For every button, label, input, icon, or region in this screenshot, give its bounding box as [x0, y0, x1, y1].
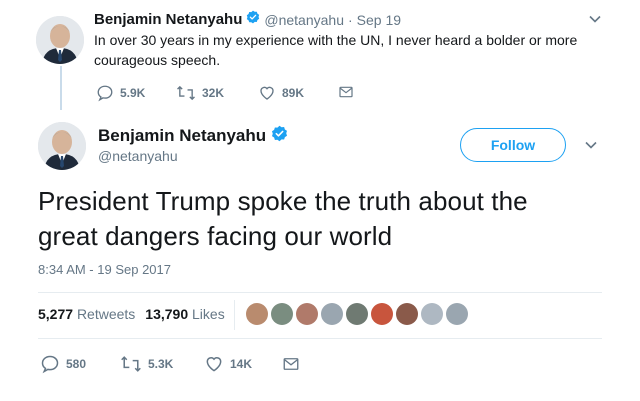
liker-avatar[interactable]	[371, 303, 393, 325]
main-author-name[interactable]: Benjamin Netanyahu	[98, 126, 266, 146]
verified-badge-icon	[246, 10, 260, 29]
tweet-timestamp[interactable]: 8:34 AM - 19 Sep 2017	[38, 262, 171, 277]
main-more-menu-icon[interactable]	[584, 138, 598, 155]
reply-icon	[96, 84, 114, 102]
liker-avatar[interactable]	[346, 303, 368, 325]
parent-author-name[interactable]: Benjamin Netanyahu	[94, 11, 242, 28]
engagement-stats: 5,277 Retweets 13,790 Likes	[38, 306, 225, 322]
stats-separator	[234, 300, 235, 330]
parent-text-line-2: courageous speech.	[94, 52, 221, 68]
liker-avatar[interactable]	[321, 303, 343, 325]
parent-retweet-button[interactable]: 32K	[176, 84, 224, 102]
parent-avatar[interactable]	[36, 16, 84, 64]
follow-button[interactable]: Follow	[460, 128, 566, 162]
parent-dm-button[interactable]	[338, 84, 354, 100]
main-like-button[interactable]: 14K	[204, 354, 252, 374]
liker-avatar[interactable]	[396, 303, 418, 325]
parent-reply-count: 5.9K	[120, 86, 146, 100]
main-retweet-count: 5.3K	[148, 357, 174, 371]
thread-connector-line	[60, 66, 62, 110]
like-total: 13,790	[145, 306, 189, 322]
liker-avatars	[246, 303, 468, 325]
retweet-icon	[176, 84, 196, 102]
main-avatar[interactable]	[38, 122, 86, 170]
liker-avatar[interactable]	[296, 303, 318, 325]
retweets-stat-link[interactable]: 5,277 Retweets	[38, 306, 135, 322]
parent-text-line-1: In over 30 years in my experience with t…	[94, 32, 578, 48]
retweet-label: Retweets	[76, 306, 136, 322]
main-retweet-button[interactable]: 5.3K	[120, 354, 173, 374]
main-reply-count: 580	[66, 357, 87, 371]
main-like-count: 14K	[230, 357, 253, 371]
main-tweet-text: President Trump spoke the truth about th…	[38, 184, 598, 254]
parent-more-menu-icon[interactable]	[588, 12, 602, 29]
envelope-icon	[282, 355, 300, 373]
retweet-total: 5,277	[38, 306, 74, 322]
heart-icon	[204, 354, 224, 374]
parent-author-handle[interactable]: @netanyahu	[264, 12, 344, 28]
parent-like-count: 89K	[282, 86, 305, 100]
parent-retweet-count: 32K	[202, 86, 225, 100]
main-text-line-1: President Trump spoke the truth about th…	[38, 186, 528, 216]
parent-like-button[interactable]: 89K	[258, 84, 304, 102]
main-text-line-2: great dangers facing our world	[38, 221, 393, 251]
reply-icon	[40, 354, 60, 374]
parent-tweet-text: In over 30 years in my experience with t…	[94, 30, 594, 70]
parent-reply-button[interactable]: 5.9K	[96, 84, 145, 102]
divider-top	[38, 292, 602, 293]
parent-separator: ·	[347, 11, 353, 28]
liker-avatar[interactable]	[271, 303, 293, 325]
retweet-icon	[120, 354, 142, 374]
likes-stat-link[interactable]: 13,790 Likes	[145, 306, 224, 322]
liker-avatar[interactable]	[446, 303, 468, 325]
liker-avatar[interactable]	[246, 303, 268, 325]
main-author-handle[interactable]: @netanyahu	[98, 148, 178, 164]
main-reply-button[interactable]: 580	[40, 354, 86, 374]
liker-avatar[interactable]	[421, 303, 443, 325]
main-dm-button[interactable]	[282, 355, 300, 373]
envelope-icon	[338, 84, 354, 100]
verified-badge-icon	[271, 125, 288, 147]
like-label: Likes	[192, 306, 225, 322]
divider-bottom	[38, 338, 602, 339]
parent-date[interactable]: Sep 19	[357, 12, 401, 28]
heart-icon	[258, 84, 276, 102]
